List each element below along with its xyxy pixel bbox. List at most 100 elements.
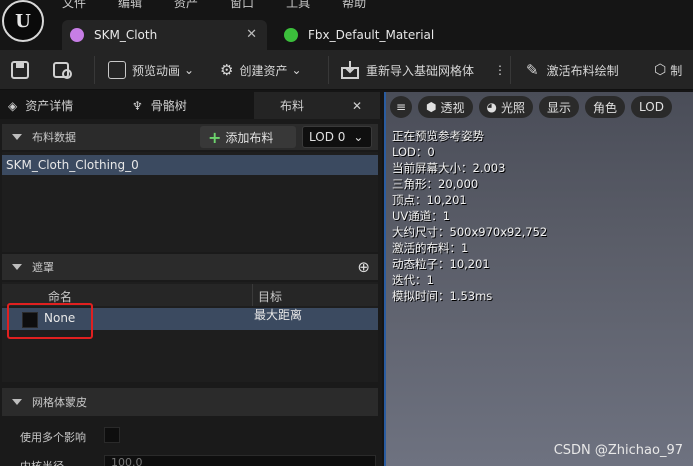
- reimport-label: 重新导入基础网格体: [366, 63, 475, 78]
- menu-edit[interactable]: 编辑: [118, 0, 142, 11]
- menu-tools[interactable]: 工具: [286, 0, 310, 11]
- chevron-down-icon: ⌄: [184, 63, 195, 77]
- cube-icon: ⬡: [654, 62, 667, 78]
- stat-line: 动态粒子：10,201: [392, 257, 490, 271]
- cloth-data-header[interactable]: 布料数据 + 添加布料 LOD 0 ⌄: [2, 124, 378, 150]
- details-panel: ◈ 资产详情 ♆ 骨骼树 布料 ✕ 布料数据 + 添加布料 LOD 0 ⌄ SK…: [0, 92, 382, 466]
- unreal-logo-icon[interactable]: U: [2, 0, 44, 42]
- mask-target[interactable]: 最大距离: [254, 306, 302, 323]
- watermark: CSDN @Zhichao_97: [553, 443, 683, 458]
- character-label: 角色: [593, 100, 618, 115]
- tab-label: 资产详情: [25, 99, 74, 113]
- collapse-caret-icon: [12, 264, 22, 270]
- title-bar: U 文件 编辑 资产 窗口 工具 帮助 SKM_Cloth ✕ Fbx_Defa…: [0, 0, 693, 50]
- tab-skeleton-tree[interactable]: ♆ 骨骼树: [128, 92, 246, 119]
- tab-label: Fbx_Default_Material: [308, 28, 435, 42]
- details-icon: ◈: [8, 98, 18, 113]
- collapse-caret-icon: [12, 134, 22, 140]
- tab-label: SKM_Cloth: [94, 28, 158, 42]
- highlight-annotation: [7, 303, 93, 339]
- use-multiple-influences-checkbox[interactable]: [104, 427, 120, 443]
- stat-line: 顶点：10,201: [392, 193, 467, 207]
- chevron-down-icon: ⌄: [353, 130, 364, 144]
- viewport-stats: 正在预览参考姿势 LOD：0 当前屏幕大小：2.003 三角形：20,000 顶…: [392, 128, 547, 304]
- chevron-down-icon: ⌄: [291, 63, 302, 77]
- close-icon[interactable]: ✕: [352, 99, 362, 113]
- masks-header[interactable]: 遮罩 ⊕: [2, 254, 378, 280]
- preview-animation-label: 预览动画: [132, 63, 181, 78]
- browse-button[interactable]: [52, 56, 74, 84]
- toolbar-divider: [94, 56, 95, 84]
- cloth-item-label: SKM_Cloth_Clothing_0: [6, 158, 139, 172]
- stat-line: 当前屏幕大小：2.003: [392, 161, 506, 175]
- lod-button[interactable]: LOD: [631, 96, 672, 118]
- browse-folder-icon: [53, 62, 72, 79]
- show-button[interactable]: 显示: [539, 96, 580, 118]
- create-asset-button[interactable]: ⚙ 创建资产 ⌄: [220, 56, 302, 84]
- plus-icon: +: [208, 127, 222, 147]
- preview-animation-button[interactable]: 预览动画 ⌄: [108, 56, 194, 84]
- brush-icon: ✎: [526, 61, 539, 79]
- stat-line: 模拟时间：1.53ms: [392, 289, 493, 303]
- perspective-button[interactable]: ⬢ 透视: [418, 96, 473, 118]
- material-icon: [284, 28, 298, 42]
- section-title: 布料数据: [32, 131, 76, 144]
- toolbar-divider: [328, 56, 329, 84]
- save-icon: [11, 61, 29, 79]
- close-icon[interactable]: ✕: [246, 27, 257, 42]
- mesh-skin-header[interactable]: 网格体蒙皮: [2, 388, 378, 416]
- character-button[interactable]: 角色: [585, 96, 626, 118]
- viewport-toolbar: ≡ ⬢ 透视 ◕ 光照 显示 角色 LOD: [390, 96, 672, 120]
- make-button[interactable]: ⬡ 制: [654, 56, 682, 84]
- stat-line: 三角形：20,000: [392, 177, 479, 191]
- stat-line: 大约尺寸：500x970x92,752: [392, 225, 548, 239]
- use-multiple-influences-label: 使用多个影响: [20, 431, 86, 444]
- toolbar-divider: [510, 56, 511, 84]
- menu-asset[interactable]: 资产: [174, 0, 198, 11]
- reimport-icon: [341, 61, 359, 79]
- column-target[interactable]: 目标: [258, 288, 282, 305]
- stat-line: LOD：0: [392, 145, 435, 159]
- kernel-radius-input[interactable]: 100.0: [104, 455, 376, 466]
- tab-fbx-default-material[interactable]: Fbx_Default_Material: [276, 20, 456, 50]
- column-divider[interactable]: [252, 284, 253, 306]
- lod-dropdown[interactable]: LOD 0 ⌄: [302, 126, 372, 148]
- tab-asset-details[interactable]: ◈ 资产详情: [2, 92, 120, 119]
- more-options-icon[interactable]: ⋮: [494, 56, 506, 84]
- menu-window[interactable]: 窗口: [230, 0, 254, 11]
- lighting-label: 光照: [500, 100, 525, 115]
- activate-cloth-paint-label: 激活布料绘制: [546, 63, 619, 78]
- skeleton-icon: ♆: [132, 98, 143, 113]
- activate-cloth-paint-button[interactable]: ✎ 激活布料绘制: [526, 56, 619, 84]
- lod-label: LOD: [639, 100, 664, 114]
- stat-line: 正在预览参考姿势: [392, 129, 484, 143]
- viewport-menu-icon[interactable]: ≡: [390, 96, 412, 118]
- section-title: 网格体蒙皮: [32, 396, 87, 409]
- main-menu: 文件 编辑 资产 窗口 工具 帮助: [62, 0, 398, 11]
- add-mask-icon[interactable]: ⊕: [357, 258, 370, 276]
- collapse-caret-icon: [12, 399, 22, 405]
- create-asset-icon: ⚙: [220, 61, 234, 79]
- skeletal-mesh-icon: [70, 28, 84, 42]
- panel-tabs: ◈ 资产详情 ♆ 骨骼树 布料 ✕: [0, 92, 382, 119]
- kernel-radius-label: 内核半径: [20, 458, 64, 466]
- preview-viewport[interactable]: ≡ ⬢ 透视 ◕ 光照 显示 角色 LOD 正在预览参考姿势 LOD：0 当前屏…: [384, 92, 693, 466]
- list-item[interactable]: SKM_Cloth_Clothing_0: [2, 155, 378, 175]
- create-asset-label: 创建资产: [239, 63, 288, 78]
- tab-skm-cloth[interactable]: SKM_Cloth ✕: [62, 20, 267, 50]
- stat-line: UV通道：1: [392, 209, 451, 223]
- reimport-base-mesh-button[interactable]: 重新导入基础网格体: [340, 56, 474, 84]
- asset-toolbar: 预览动画 ⌄ ⚙ 创建资产 ⌄ 重新导入基础网格体 ⋮ ✎ 激活布料绘制 ⬡ 制: [0, 50, 693, 90]
- section-title: 遮罩: [32, 261, 54, 274]
- make-label: 制: [670, 63, 683, 78]
- tab-cloth[interactable]: 布料 ✕: [254, 92, 380, 119]
- save-button[interactable]: [10, 56, 30, 84]
- lighting-button[interactable]: ◕ 光照: [478, 96, 533, 118]
- stat-line: 迭代：1: [392, 273, 434, 287]
- menu-help[interactable]: 帮助: [342, 0, 366, 11]
- tab-label: 布料: [280, 99, 305, 113]
- cube-icon: ⬢: [426, 100, 437, 114]
- menu-file[interactable]: 文件: [62, 0, 86, 11]
- lod-value: LOD 0: [309, 130, 346, 144]
- add-cloth-button[interactable]: + 添加布料: [200, 126, 296, 148]
